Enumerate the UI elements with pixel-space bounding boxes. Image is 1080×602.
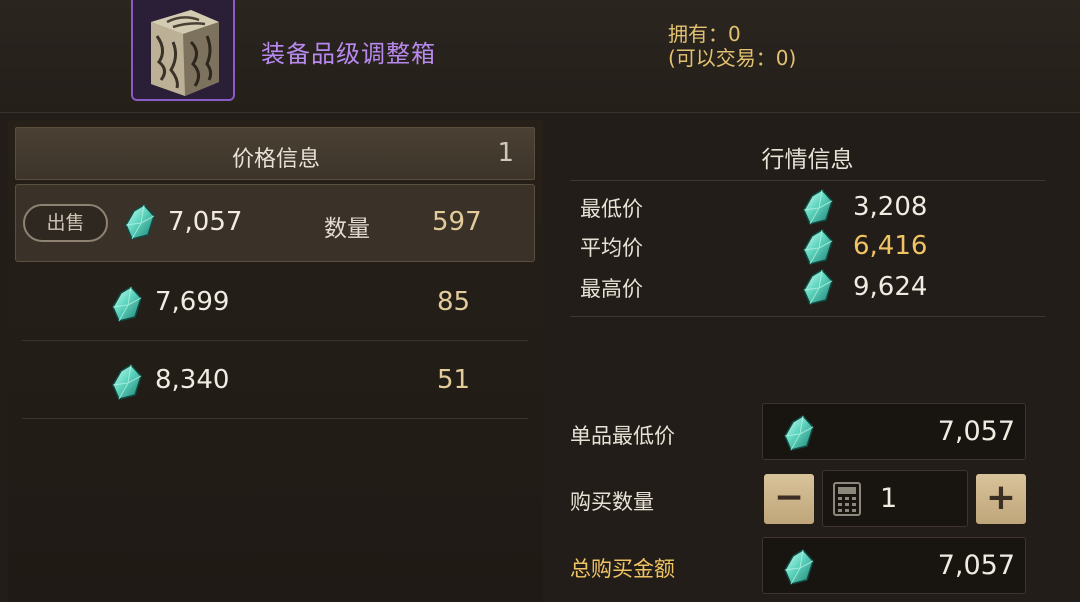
purchase-quantity-label: 购买数量: [570, 490, 654, 514]
gem-icon: [802, 268, 834, 306]
gem-icon: [111, 285, 143, 323]
page-number: 1: [497, 138, 514, 168]
row-divider: [22, 418, 528, 419]
highest-price-label: 最高价: [580, 277, 643, 301]
total-price-label: 总购买金额: [570, 557, 675, 581]
gem-icon: [783, 414, 815, 452]
increase-quantity-button[interactable]: +: [976, 474, 1026, 524]
item-icon-slot[interactable]: [131, 0, 235, 101]
total-price-value: 7,057: [937, 550, 1015, 581]
price-info-title: 价格信息: [231, 147, 320, 172]
quantity-value: 1: [880, 483, 898, 514]
equipment-box-icon: [133, 0, 233, 99]
price-info-header: 价格信息 1: [15, 127, 535, 180]
gem-icon: [802, 228, 834, 266]
owned-label: 拥有：0: [668, 22, 741, 46]
listing-quantity: 597: [432, 207, 482, 237]
gem-icon: [111, 363, 143, 401]
market-divider-top: [570, 180, 1045, 181]
listing-price: 7,057: [168, 207, 243, 237]
listing-price: 7,699: [155, 287, 230, 317]
market-info-title: 行情信息: [761, 147, 854, 173]
quantity-input[interactable]: 1: [822, 470, 968, 527]
highest-price-value: 9,624: [853, 272, 928, 302]
tradable-label: (可以交易：0): [668, 46, 797, 70]
owned-count: 拥有：0 (可以交易：0): [668, 22, 796, 70]
unit-price-field: 7,057: [762, 403, 1026, 460]
unit-price-value: 7,057: [937, 416, 1015, 447]
quantity-label: 数量: [324, 216, 370, 242]
item-name: 装备品级调整箱: [261, 40, 436, 68]
average-price-value: 6,416: [853, 231, 928, 261]
gem-icon: [802, 188, 834, 226]
calculator-icon[interactable]: [833, 482, 861, 516]
listing-price: 8,340: [155, 365, 230, 395]
listing-quantity: 85: [437, 287, 471, 317]
decrease-quantity-button[interactable]: −: [764, 474, 814, 524]
gem-icon: [124, 203, 156, 241]
gem-icon: [783, 548, 815, 586]
market-divider-bottom: [570, 316, 1045, 317]
sell-badge: 出售: [23, 204, 108, 242]
average-price-label: 平均价: [580, 236, 643, 260]
listing-quantity: 51: [437, 365, 471, 395]
listing-row[interactable]: 7,699 85: [15, 263, 535, 341]
total-price-field: 7,057: [762, 537, 1026, 594]
unit-price-label: 单品最低价: [570, 424, 675, 448]
lowest-price-label: 最低价: [580, 197, 643, 221]
listing-row-selected[interactable]: 出售 7,057 数量 597: [15, 184, 535, 262]
lowest-price-value: 3,208: [853, 192, 928, 222]
listing-row[interactable]: 8,340 51: [15, 341, 535, 419]
